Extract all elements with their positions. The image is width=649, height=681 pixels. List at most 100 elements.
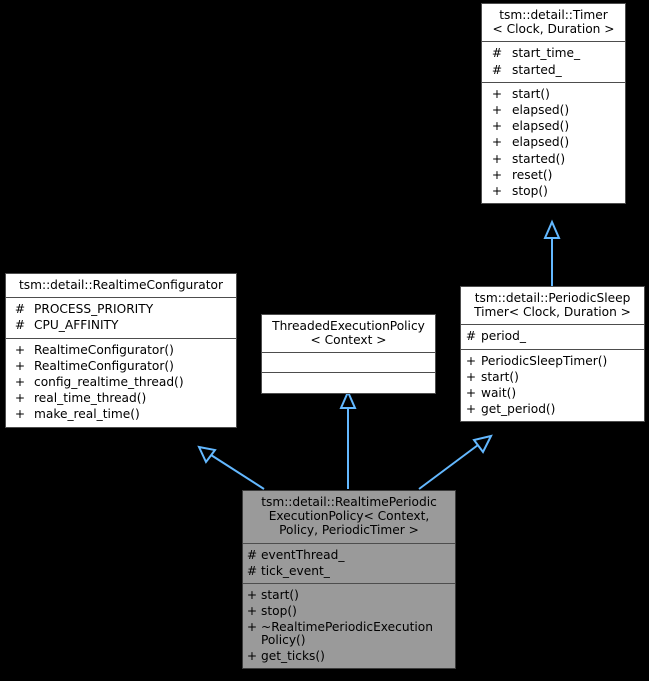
class-operations-threaded-execution-policy bbox=[262, 373, 435, 393]
visibility-marker: + bbox=[246, 588, 258, 603]
class-title-periodic-sleep-timer: tsm::detail::PeriodicSleep Timer< Clock,… bbox=[461, 287, 644, 326]
class-member: + start() bbox=[461, 369, 644, 385]
class-member: + get_ticks() bbox=[243, 648, 455, 664]
member-name: start() bbox=[481, 369, 519, 384]
class-attributes-realtime-periodic-execution-policy: # eventThread_ # tick_event_ bbox=[243, 544, 455, 585]
visibility-marker: # bbox=[246, 563, 258, 578]
class-title-timer: tsm::detail::Timer < Clock, Duration > bbox=[482, 4, 625, 43]
member-name: started() bbox=[512, 151, 566, 166]
class-member: + PeriodicSleepTimer() bbox=[461, 353, 644, 369]
member-name: wait() bbox=[481, 386, 517, 401]
class-member: + RealtimeConfigurator() bbox=[6, 342, 236, 358]
class-member: + reset() bbox=[482, 167, 625, 183]
class-attributes-periodic-sleep-timer: # period_ bbox=[461, 325, 644, 350]
member-name: reset() bbox=[512, 167, 553, 182]
member-name: PeriodicSleepTimer() bbox=[481, 353, 608, 368]
visibility-marker: + bbox=[491, 103, 503, 118]
class-box-realtime-periodic-execution-policy[interactable]: tsm::detail::RealtimePeriodic ExecutionP… bbox=[242, 490, 456, 670]
visibility-marker: # bbox=[465, 329, 477, 344]
visibility-marker: + bbox=[491, 135, 503, 150]
class-diagram-canvas: tsm::detail::Timer < Clock, Duration > #… bbox=[0, 0, 649, 681]
class-member: + elapsed() bbox=[482, 118, 625, 134]
class-member: + wait() bbox=[461, 385, 644, 401]
class-member: + stop() bbox=[482, 183, 625, 199]
class-member: + elapsed() bbox=[482, 102, 625, 118]
member-name: config_realtime_thread() bbox=[34, 375, 184, 390]
class-member: # period_ bbox=[461, 328, 644, 344]
visibility-marker: + bbox=[491, 151, 503, 166]
class-member: + make_real_time() bbox=[6, 406, 236, 422]
class-member: + stop() bbox=[243, 603, 455, 619]
class-box-realtime-configurator[interactable]: tsm::detail::RealtimeConfigurator # PROC… bbox=[5, 273, 237, 428]
visibility-marker: # bbox=[14, 302, 26, 317]
visibility-marker: + bbox=[491, 184, 503, 199]
class-member: # PROCESS_PRIORITY bbox=[6, 301, 236, 317]
visibility-marker: + bbox=[14, 407, 26, 422]
class-member: # started_ bbox=[482, 62, 625, 78]
member-name: ~RealtimePeriodicExecution Policy() bbox=[261, 620, 433, 647]
member-name: real_time_thread() bbox=[34, 391, 147, 406]
class-title-line: < Context > bbox=[310, 333, 387, 348]
class-attributes-realtime-configurator: # PROCESS_PRIORITY # CPU_AFFINITY bbox=[6, 298, 236, 339]
visibility-marker: + bbox=[246, 620, 258, 635]
visibility-marker: + bbox=[465, 369, 477, 384]
class-box-threaded-execution-policy[interactable]: ThreadedExecutionPolicy < Context > bbox=[261, 314, 436, 395]
member-name: get_period() bbox=[481, 402, 556, 417]
member-name: elapsed() bbox=[512, 119, 570, 134]
class-title-realtime-periodic-execution-policy: tsm::detail::RealtimePeriodic ExecutionP… bbox=[243, 491, 455, 544]
class-member: + get_period() bbox=[461, 401, 644, 417]
visibility-marker: # bbox=[246, 547, 258, 562]
edge-periodicsleeptimer-to-timer bbox=[543, 219, 561, 286]
member-name: PROCESS_PRIORITY bbox=[34, 302, 154, 317]
visibility-marker: + bbox=[465, 386, 477, 401]
class-title-line: Timer< Clock, Duration > bbox=[474, 305, 631, 320]
visibility-marker: + bbox=[14, 342, 26, 357]
class-member: # CPU_AFFINITY bbox=[6, 317, 236, 333]
member-name: get_ticks() bbox=[261, 648, 325, 663]
class-title-line: ExecutionPolicy< Context, bbox=[268, 509, 430, 524]
class-title-line: tsm::detail::RealtimePeriodic bbox=[261, 495, 437, 509]
visibility-marker: # bbox=[14, 318, 26, 333]
class-title-line: < Clock, Duration > bbox=[492, 22, 615, 37]
member-name: start() bbox=[261, 588, 299, 603]
visibility-marker: + bbox=[465, 402, 477, 417]
member-name: started_ bbox=[512, 62, 562, 77]
class-box-periodic-sleep-timer[interactable]: tsm::detail::PeriodicSleep Timer< Clock,… bbox=[460, 286, 645, 423]
member-name: eventThread_ bbox=[261, 547, 345, 562]
visibility-marker: + bbox=[14, 358, 26, 373]
member-name: stop() bbox=[261, 604, 297, 619]
class-title-line: tsm::detail::PeriodicSleep bbox=[474, 291, 631, 305]
class-member: # start_time_ bbox=[482, 45, 625, 61]
visibility-marker: + bbox=[14, 391, 26, 406]
class-attributes-timer: # start_time_ # started_ bbox=[482, 42, 625, 83]
member-name: RealtimeConfigurator() bbox=[34, 358, 174, 373]
visibility-marker: + bbox=[465, 353, 477, 368]
class-member: + RealtimeConfigurator() bbox=[6, 358, 236, 374]
member-name: elapsed() bbox=[512, 103, 570, 118]
class-operations-timer: + start() + elapsed() + elapsed() + elap… bbox=[482, 83, 625, 203]
class-operations-realtime-configurator: + RealtimeConfigurator() + RealtimeConfi… bbox=[6, 339, 236, 427]
visibility-marker: + bbox=[491, 119, 503, 134]
visibility-marker: + bbox=[246, 648, 258, 663]
class-title-line: tsm::detail::Timer bbox=[499, 8, 608, 22]
class-member: + start() bbox=[482, 86, 625, 102]
class-member: + ~RealtimePeriodicExecution Policy() bbox=[243, 619, 455, 647]
visibility-marker: + bbox=[14, 375, 26, 390]
visibility-marker: + bbox=[246, 604, 258, 619]
visibility-marker: # bbox=[491, 46, 503, 61]
edge-rtpolicy-to-realtimeconfigurator bbox=[197, 445, 265, 490]
visibility-marker: + bbox=[491, 167, 503, 182]
class-title-line: tsm::detail::RealtimeConfigurator bbox=[18, 278, 224, 292]
class-attributes-threaded-execution-policy bbox=[262, 353, 435, 374]
member-name: elapsed() bbox=[512, 135, 570, 150]
class-title-realtime-configurator: tsm::detail::RealtimeConfigurator bbox=[6, 274, 236, 299]
member-name: period_ bbox=[481, 329, 526, 344]
member-name: start() bbox=[512, 86, 550, 101]
edge-rtpolicy-to-periodicsleeptimer bbox=[418, 434, 493, 490]
class-operations-periodic-sleep-timer: + PeriodicSleepTimer() + start() + wait(… bbox=[461, 350, 644, 422]
class-member: + config_realtime_thread() bbox=[6, 374, 236, 390]
class-box-timer[interactable]: tsm::detail::Timer < Clock, Duration > #… bbox=[481, 3, 626, 205]
class-member: # eventThread_ bbox=[243, 547, 455, 563]
member-name: start_time_ bbox=[512, 46, 581, 61]
member-name: tick_event_ bbox=[261, 563, 330, 578]
